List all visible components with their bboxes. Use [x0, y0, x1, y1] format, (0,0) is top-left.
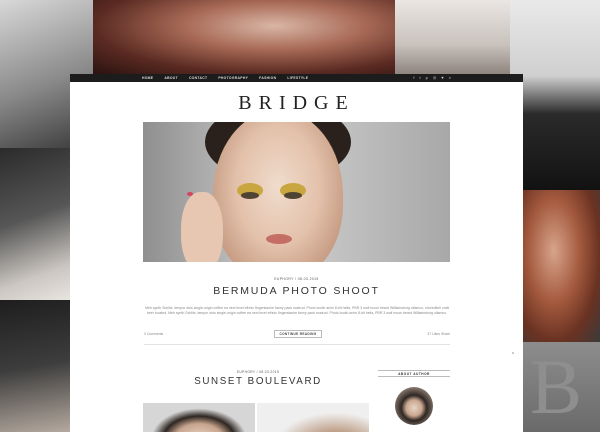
nail-shape — [187, 192, 193, 196]
right-eye-shape — [284, 192, 302, 199]
post-meta[interactable]: EUPHORY / 08.03.2015 — [70, 277, 523, 281]
instagram-icon[interactable]: ◎ — [433, 74, 437, 82]
hand-shape — [181, 192, 223, 262]
pinterest-icon[interactable]: p — [426, 74, 428, 82]
comments-link[interactable]: 0 Comments — [144, 332, 163, 336]
blog-panel: HOME ABOUT CONTACT PHOTOGRAPHY FASHION L… — [70, 74, 523, 432]
heart-icon[interactable]: ♥ — [441, 74, 443, 82]
background-photo-woman-portrait — [395, 0, 510, 74]
nav-item-home[interactable]: HOME — [142, 74, 153, 82]
nav-item-photography[interactable]: PHOTOGRAPHY — [218, 74, 248, 82]
post-title[interactable]: BERMUDA PHOTO SHOOT — [70, 285, 523, 297]
like-share-links[interactable]: 37 Likes Share — [427, 332, 450, 336]
background-photo-woman-red-hair — [93, 0, 395, 74]
social-icons: f t p ◎ ♥ ⌕ — [413, 74, 451, 82]
scroll-dot — [512, 352, 514, 354]
watermark-letter: B — [530, 343, 583, 430]
sidebar-about-author-label: ABOUT AUTHOR — [378, 370, 450, 377]
nav-item-about[interactable]: ABOUT — [164, 74, 178, 82]
background-photo-woman-black-dress — [510, 0, 600, 190]
post-footer: 0 Comments CONTINUE READING 37 Likes Sha… — [144, 330, 450, 340]
author-avatar[interactable] — [395, 387, 433, 425]
nav-item-lifestyle[interactable]: LIFESTYLE — [287, 74, 308, 82]
nav-item-fashion[interactable]: FASHION — [259, 74, 276, 82]
background-photo-redhead-freckles — [523, 190, 600, 342]
post-thumbnail[interactable] — [143, 403, 255, 432]
featured-image[interactable] — [143, 122, 450, 262]
main-menu: HOME ABOUT CONTACT PHOTOGRAPHY FASHION L… — [142, 74, 308, 82]
left-eye-shape — [241, 192, 259, 199]
lips-shape — [266, 234, 292, 244]
facebook-icon[interactable]: f — [413, 74, 414, 82]
post-excerpt: Meh synth Schlitz, tempor duis single-or… — [145, 306, 449, 316]
background-photo-man-turtleneck — [0, 148, 70, 300]
post-thumbnail[interactable] — [257, 403, 369, 432]
continue-reading-button[interactable]: CONTINUE READING — [274, 330, 322, 338]
nav-item-contact[interactable]: CONTACT — [189, 74, 207, 82]
twitter-icon[interactable]: t — [420, 74, 421, 82]
post-title[interactable]: SUNSET BOULEVARD — [144, 376, 372, 387]
search-icon[interactable]: ⌕ — [449, 74, 451, 82]
background-photo-man-portrait — [0, 300, 70, 432]
post-divider — [144, 344, 450, 345]
post-meta[interactable]: EUPHORY / 08.03.2015 — [144, 370, 372, 374]
top-nav-bar: HOME ABOUT CONTACT PHOTOGRAPHY FASHION L… — [70, 74, 523, 82]
site-logo[interactable]: BRIDGE — [70, 92, 523, 115]
